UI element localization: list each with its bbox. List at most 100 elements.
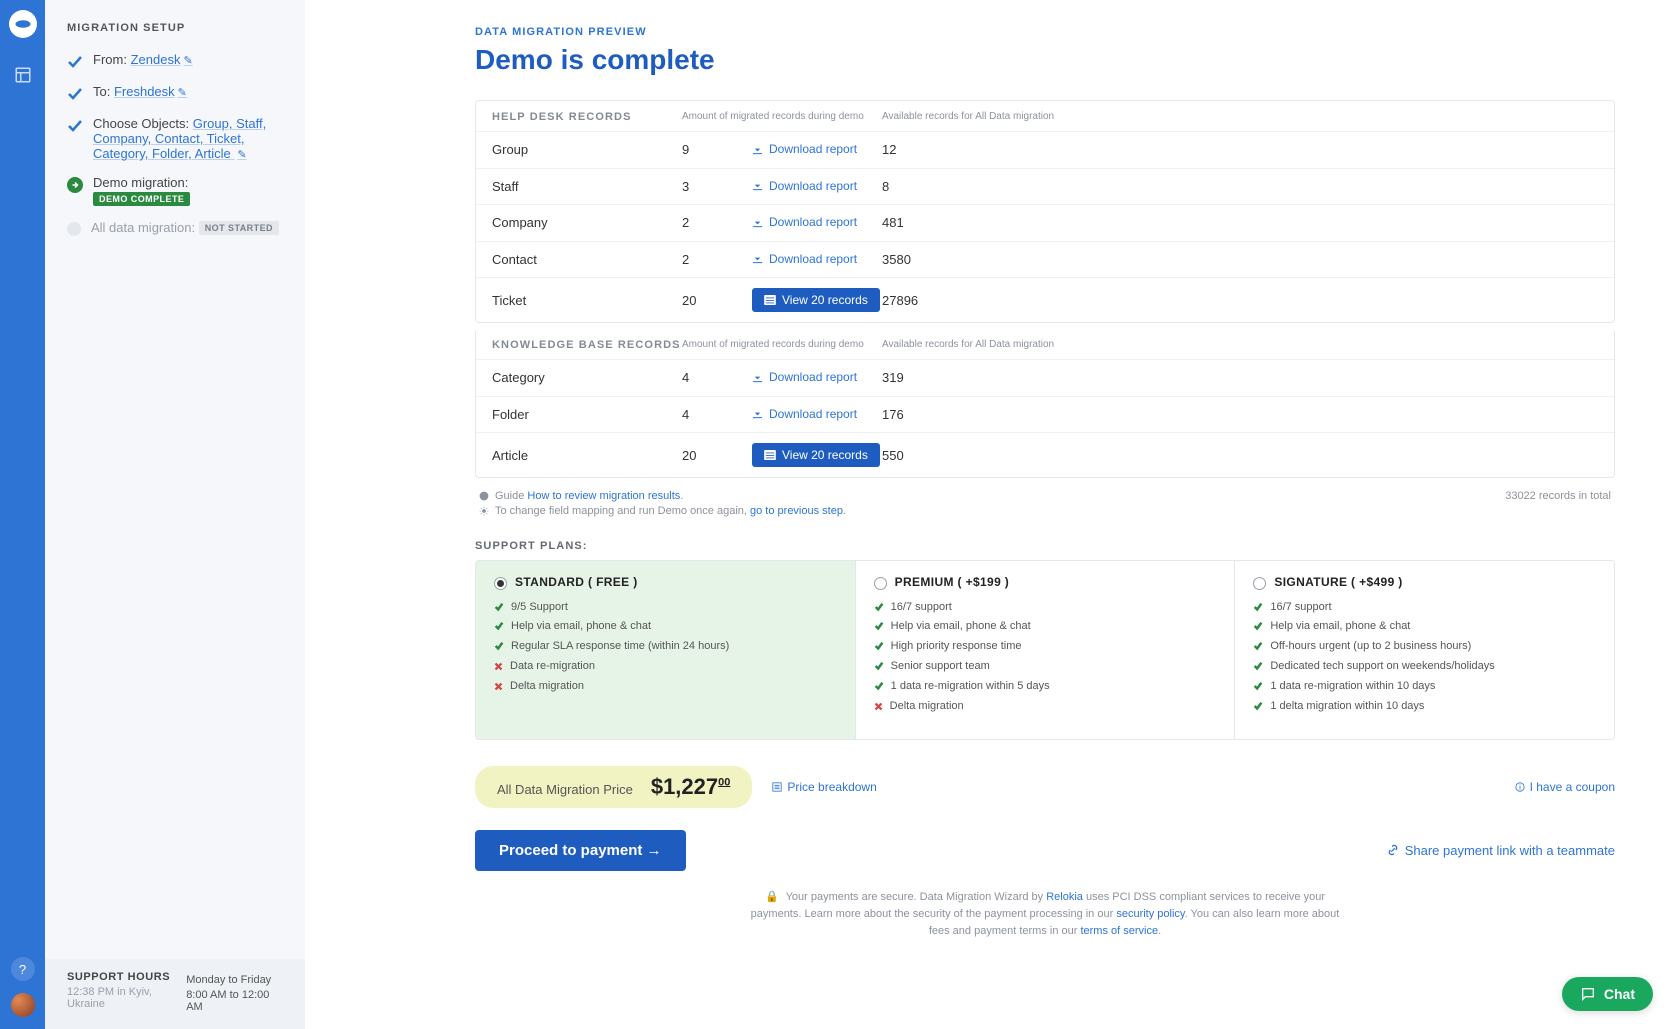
download-report-link[interactable]: Download report [752,142,857,156]
check-icon [1253,681,1263,691]
demo-count: 2 [682,252,752,267]
record-name: Company [492,215,682,230]
download-report-link[interactable]: Download report [752,179,857,193]
check-icon [494,641,504,651]
eyebrow: DATA MIGRATION PREVIEW [475,26,1615,38]
share-link[interactable]: Share payment link with a teammate [1387,843,1615,858]
dashboard-icon[interactable] [11,63,35,87]
plan-option[interactable]: SIGNATURE ( +$499 )16/7 supportHelp via … [1235,561,1614,739]
plans-title: SUPPORT PLANS: [475,540,1615,552]
check-icon [1253,641,1263,651]
plan-option[interactable]: STANDARD ( FREE )9/5 SupportHelp via ema… [476,561,856,739]
chat-button[interactable]: Chat [1562,977,1653,1011]
table-row: Category4Download report 319 [476,359,1614,396]
avatar[interactable] [11,993,35,1017]
avail-count: 176 [882,407,1598,422]
chat-icon [1580,986,1596,1002]
pencil-icon[interactable]: ✎ [237,149,246,161]
table-row: Article20View 20 records550 [476,432,1614,477]
pending-dot-icon [67,222,81,236]
plan-name: SIGNATURE ( +$499 ) [1274,575,1402,589]
plan-name: STANDARD ( FREE ) [515,575,638,589]
check-icon [1253,661,1263,671]
check-icon [67,118,83,134]
security-policy-link[interactable]: security policy [1116,908,1184,920]
view-records-button[interactable]: View 20 records [752,288,880,312]
table-row: Contact2Download report 3580 [476,241,1614,278]
download-report-link[interactable]: Download report [752,370,857,384]
view-records-button[interactable]: View 20 records [752,443,880,467]
radio-icon[interactable] [494,577,507,590]
demo-count: 2 [682,215,752,230]
radio-icon[interactable] [1253,577,1266,590]
nav-rail: ? [0,0,45,1029]
guide-link[interactable]: How to review migration results [527,490,680,502]
record-name: Article [492,448,682,463]
pencil-icon[interactable]: ✎ [183,55,192,67]
subnotes: Guide How to review migration results. T… [475,484,1615,520]
table-row: Staff3Download report8 [476,168,1614,205]
check-icon [494,621,504,631]
support-plans: STANDARD ( FREE )9/5 SupportHelp via ema… [475,560,1615,740]
check-icon [494,602,504,612]
total-records: 33022 records in total [1505,490,1611,520]
avail-count: 12 [882,142,1598,157]
info-icon [1515,782,1525,792]
demo-count: 4 [682,370,752,385]
step-to: To: Freshdesk✎ [67,84,285,102]
check-icon [874,661,884,671]
record-name: Ticket [492,293,682,308]
avail-count: 319 [882,370,1598,385]
logo[interactable] [9,10,37,38]
to-value[interactable]: Freshdesk✎ [114,84,187,99]
step-alldata: All data migration: NOT STARTED [67,220,285,236]
check-icon [1253,602,1263,612]
tos-link[interactable]: terms of service [1080,925,1158,937]
page-title: Demo is complete [475,44,1615,76]
plan-name: PREMIUM ( +$199 ) [895,575,1009,589]
record-name: Contact [492,252,682,267]
sidebar-title: MIGRATION SETUP [67,22,285,34]
avail-count: 27896 [882,293,1598,308]
x-icon [494,682,503,691]
help-icon[interactable]: ? [11,957,35,981]
table-row: Folder4Download report176 [476,396,1614,433]
step-from: From: Zendesk✎ [67,52,285,70]
download-report-link[interactable]: Download report [752,252,857,266]
download-report-link[interactable]: Download report [752,215,857,229]
info-icon [479,491,489,501]
avail-count: 3580 [882,252,1598,267]
check-icon [67,54,83,70]
check-icon [874,681,884,691]
check-icon [874,641,884,651]
record-name: Category [492,370,682,385]
avail-count: 481 [882,215,1598,230]
alldata-status-badge: NOT STARTED [199,221,279,235]
security-note: 🔒 Your payments are secure. Data Migrati… [745,889,1345,940]
plan-option[interactable]: PREMIUM ( +$199 )16/7 supportHelp via em… [856,561,1236,739]
demo-count: 20 [682,293,752,308]
coupon-link[interactable]: I have a coupon [1515,780,1615,794]
sidebar: MIGRATION SETUP From: Zendesk✎ To: Fresh… [45,0,305,1029]
record-name: Group [492,142,682,157]
download-report-link[interactable]: Download report [752,407,857,421]
lock-icon: 🔒 [765,889,779,906]
avail-count: 8 [882,179,1598,194]
check-icon [1253,621,1263,631]
step-objects: Choose Objects: Group, Staff, Company, C… [67,116,285,161]
table-row: Group9Download report12 [476,131,1614,168]
pencil-icon[interactable]: ✎ [178,87,187,99]
kb-panel: KNOWLEDGE BASE RECORDS Amount of migrate… [475,329,1615,478]
price-pill: All Data Migration Price $1,22700 [475,766,752,808]
gear-icon [479,506,489,516]
radio-icon[interactable] [874,577,887,590]
table-row: Ticket20View 20 records27896 [476,277,1614,322]
check-icon [874,621,884,631]
previous-step-link[interactable]: go to previous step [750,505,843,517]
from-value[interactable]: Zendesk✎ [131,52,193,67]
proceed-button[interactable]: Proceed to payment → [475,830,686,871]
x-icon [874,702,883,711]
relokia-link[interactable]: Relokia [1046,891,1083,903]
x-icon [494,662,503,671]
price-breakdown-link[interactable]: Price breakdown [772,780,876,794]
